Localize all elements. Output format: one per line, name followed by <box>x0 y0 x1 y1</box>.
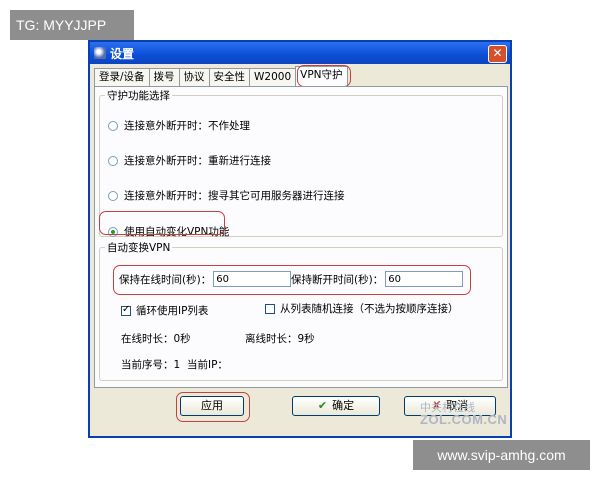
auto-group-legend: 自动变换VPN <box>105 240 173 255</box>
tab-security[interactable]: 安全性 <box>208 68 251 86</box>
ok-label: 确定 <box>332 399 355 412</box>
radio-button[interactable] <box>108 190 118 201</box>
highlight-vpn-tab <box>297 65 351 87</box>
offline-duration-text: 离线时长：9秒 <box>245 333 315 345</box>
random-connect-label: 从列表随机连接（不选为按顺序连接） <box>280 303 459 315</box>
highlight-apply-button <box>176 392 250 422</box>
random-connect-checkbox-row[interactable]: 从列表随机连接（不选为按顺序连接） <box>265 301 459 316</box>
title-bar[interactable]: 设置 ✕ <box>90 42 510 64</box>
highlight-time-fields <box>113 265 471 295</box>
radio-option-no-action[interactable]: 连接意外断开时：不作处理 <box>108 118 250 133</box>
tab-w2000[interactable]: W2000 <box>249 68 297 86</box>
loop-ip-checkbox-row[interactable]: 循环使用IP列表 <box>121 303 208 318</box>
tab-protocol[interactable]: 协议 <box>178 68 210 86</box>
radio-option-other-server[interactable]: 连接意外断开时：搜寻其它可用服务器进行连接 <box>108 188 345 203</box>
close-button[interactable]: ✕ <box>488 45 507 63</box>
current-ip-text: 当前IP： <box>187 359 228 371</box>
radio-label: 连接意外断开时：重新进行连接 <box>124 155 271 167</box>
loop-ip-checkbox[interactable] <box>121 304 131 316</box>
tab-login-device[interactable]: 登录/设备 <box>94 68 150 86</box>
tab-dial[interactable]: 拨号 <box>148 68 180 86</box>
radio-button[interactable] <box>108 120 118 131</box>
zol-watermark-line2: ZOL.COM.CN <box>420 412 508 427</box>
settings-dialog: 设置 ✕ 登录/设备 拨号 协议 安全性 W2000 VPN守护 守护功能选择 … <box>88 40 512 438</box>
loop-ip-label: 循环使用IP列表 <box>136 305 209 317</box>
window-title: 设置 <box>110 46 135 61</box>
highlight-auto-vpn-option <box>99 211 225 235</box>
app-icon <box>94 47 106 59</box>
zol-watermark: 中关村在线 ZOL.COM.CN <box>420 402 507 426</box>
watermark-bottom: www.svip-amhg.com <box>413 440 590 470</box>
radio-label: 连接意外断开时：搜寻其它可用服务器进行连接 <box>124 190 345 202</box>
online-duration-text: 在线时长：0秒 <box>121 333 191 345</box>
radio-button[interactable] <box>108 155 118 166</box>
current-index-text: 当前序号：1 <box>121 359 181 371</box>
check-icon: ✔ <box>317 399 328 412</box>
radio-option-reconnect[interactable]: 连接意外断开时：重新进行连接 <box>108 153 271 168</box>
watermark-top: TG: MYYJJPP <box>10 10 134 40</box>
tab-panel: 守护功能选择 连接意外断开时：不作处理 连接意外断开时：重新进行连接 连接意外断… <box>94 86 508 388</box>
radio-label: 连接意外断开时：不作处理 <box>124 120 250 132</box>
random-connect-checkbox[interactable] <box>265 303 275 314</box>
ok-button[interactable]: ✔ 确定 <box>292 396 380 416</box>
protect-group-legend: 守护功能选择 <box>105 88 172 103</box>
